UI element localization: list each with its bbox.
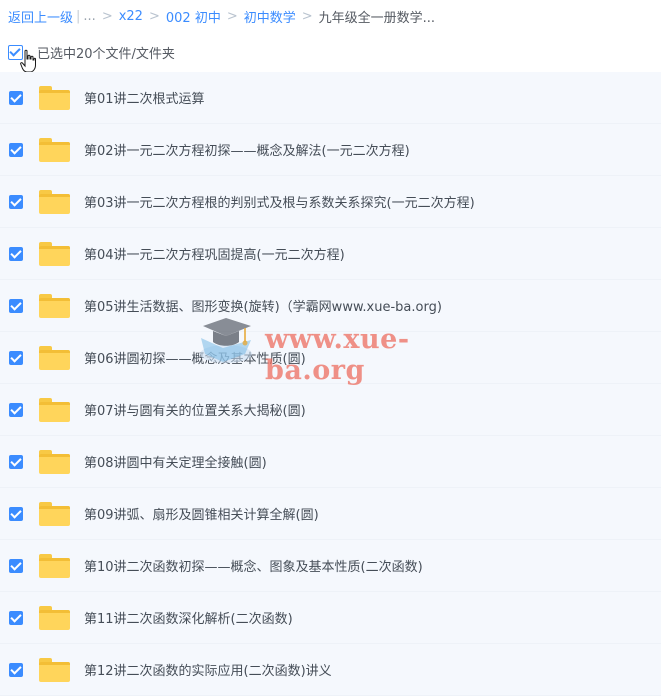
- breadcrumb-item-current: 九年级全一册数学...: [318, 10, 436, 26]
- list-item[interactable]: 第10讲二次函数初探——概念、图象及基本性质(二次函数): [0, 540, 661, 592]
- list-item[interactable]: 第05讲生活数据、图形变换(旋转)（学霸网www.xue-ba.org): [0, 280, 661, 332]
- folder-icon: [39, 241, 70, 266]
- list-item[interactable]: 第02讲一元二次方程初探——概念及解法(一元二次方程): [0, 124, 661, 176]
- row-checkbox[interactable]: [9, 610, 23, 625]
- file-name[interactable]: 第06讲圆初探——概念及基本性质(圆): [84, 348, 306, 367]
- file-name[interactable]: 第10讲二次函数初探——概念、图象及基本性质(二次函数): [84, 556, 423, 575]
- folder-icon: [39, 553, 70, 578]
- list-item[interactable]: 第11讲二次函数深化解析(二次函数): [0, 592, 661, 644]
- list-item[interactable]: 第06讲圆初探——概念及基本性质(圆): [0, 332, 661, 384]
- folder-icon: [39, 657, 70, 682]
- list-item[interactable]: 第03讲一元二次方程根的判别式及根与系数关系探究(一元二次方程): [0, 176, 661, 228]
- folder-icon: [39, 137, 70, 162]
- row-checkbox[interactable]: [9, 402, 23, 417]
- hand-cursor-icon: [20, 49, 36, 73]
- file-name[interactable]: 第01讲二次根式运算: [84, 88, 205, 107]
- row-checkbox[interactable]: [9, 90, 23, 105]
- breadcrumb-item-junior-math[interactable]: 初中数学: [244, 7, 296, 26]
- row-checkbox[interactable]: [9, 246, 23, 261]
- list-item[interactable]: 第09讲弧、扇形及圆锥相关计算全解(圆): [0, 488, 661, 540]
- selection-count-label: 已选中20个文件/文件夹: [37, 46, 175, 62]
- row-checkbox[interactable]: [9, 506, 23, 521]
- list-item[interactable]: 第04讲一元二次方程巩固提高(一元二次方程): [0, 228, 661, 280]
- breadcrumb-separator: >: [148, 8, 160, 24]
- breadcrumb-divider: |: [76, 8, 81, 24]
- folder-icon: [39, 605, 70, 630]
- file-name[interactable]: 第08讲圆中有关定理全接触(圆): [84, 452, 267, 471]
- file-name[interactable]: 第02讲一元二次方程初探——概念及解法(一元二次方程): [84, 140, 410, 159]
- row-checkbox[interactable]: [9, 142, 23, 157]
- folder-icon: [39, 397, 70, 422]
- breadcrumb-separator: >: [301, 8, 313, 24]
- folder-icon: [39, 293, 70, 318]
- row-checkbox[interactable]: [9, 194, 23, 209]
- file-name[interactable]: 第03讲一元二次方程根的判别式及根与系数关系探究(一元二次方程): [84, 192, 475, 211]
- folder-icon: [39, 189, 70, 214]
- breadcrumb-separator: >: [226, 8, 238, 24]
- folder-icon: [39, 501, 70, 526]
- file-name[interactable]: 第09讲弧、扇形及圆锥相关计算全解(圆): [84, 504, 319, 523]
- row-checkbox[interactable]: [9, 662, 23, 677]
- file-name[interactable]: 第11讲二次函数深化解析(二次函数): [84, 608, 293, 627]
- folder-icon: [39, 85, 70, 110]
- folder-icon: [39, 449, 70, 474]
- list-item[interactable]: 第01讲二次根式运算: [0, 72, 661, 124]
- breadcrumb-item-x22[interactable]: x22: [119, 9, 143, 24]
- row-checkbox[interactable]: [9, 454, 23, 469]
- breadcrumb-ellipsis[interactable]: ...: [83, 9, 95, 24]
- back-link[interactable]: 返回上一级: [8, 7, 73, 26]
- file-list: 第01讲二次根式运算 第02讲一元二次方程初探——概念及解法(一元二次方程) 第…: [0, 72, 661, 696]
- list-item[interactable]: 第12讲二次函数的实际应用(二次函数)讲义: [0, 644, 661, 696]
- list-item[interactable]: 第08讲圆中有关定理全接触(圆): [0, 436, 661, 488]
- row-checkbox[interactable]: [9, 558, 23, 573]
- row-checkbox[interactable]: [9, 298, 23, 313]
- row-checkbox[interactable]: [9, 350, 23, 365]
- file-name[interactable]: 第07讲与圆有关的位置关系大揭秘(圆): [84, 400, 306, 419]
- breadcrumb-separator: >: [101, 8, 113, 24]
- file-name[interactable]: 第05讲生活数据、图形变换(旋转)（学霸网www.xue-ba.org): [84, 296, 442, 315]
- breadcrumb-item-junior-high[interactable]: 002 初中: [166, 7, 221, 26]
- file-name[interactable]: 第04讲一元二次方程巩固提高(一元二次方程): [84, 244, 345, 263]
- folder-icon: [39, 345, 70, 370]
- file-name[interactable]: 第12讲二次函数的实际应用(二次函数)讲义: [84, 660, 332, 679]
- list-item[interactable]: 第07讲与圆有关的位置关系大揭秘(圆): [0, 384, 661, 436]
- breadcrumb: 返回上一级 | ... > x22 > 002 初中 > 初中数学 > 九年级全…: [8, 6, 435, 26]
